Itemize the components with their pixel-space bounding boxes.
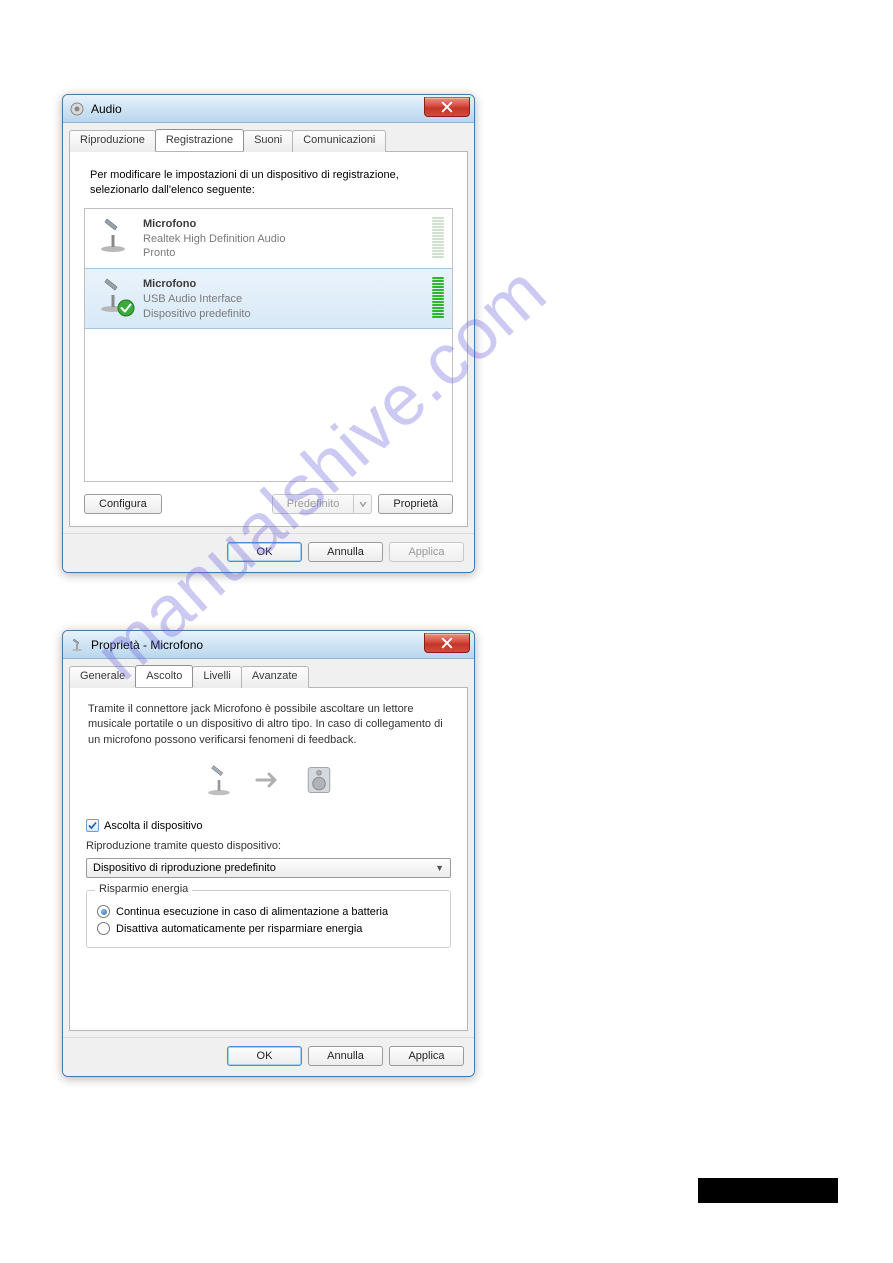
- mic-properties-dialog: Proprietà - Microfono Generale Ascolto L…: [62, 630, 475, 1077]
- default-device-check-icon: [117, 299, 135, 317]
- power-option-label: Disattiva automaticamente per risparmiar…: [116, 923, 362, 935]
- ok-button[interactable]: OK: [227, 1046, 302, 1066]
- configure-button[interactable]: Configura: [84, 494, 162, 514]
- level-meter: [432, 217, 444, 258]
- cancel-button[interactable]: Annulla: [308, 542, 383, 562]
- device-detail: USB Audio Interface: [143, 292, 432, 307]
- playback-through-label: Riproduzione tramite questo dispositivo:: [86, 840, 451, 852]
- audio-tabs: Riproduzione Registrazione Suoni Comunic…: [69, 129, 474, 151]
- listen-checkbox-row[interactable]: Ascolta il dispositivo: [86, 819, 451, 832]
- device-row[interactable]: Microfono USB Audio Interface Dispositiv…: [85, 268, 452, 329]
- mic-illustration-icon: [201, 762, 237, 801]
- microphone-icon: [93, 215, 133, 255]
- tab-listen[interactable]: Ascolto: [135, 665, 193, 687]
- listen-panel: Tramite il connettore jack Microfono è p…: [69, 687, 468, 1031]
- speaker-icon: [69, 101, 85, 117]
- page-number-box: [698, 1178, 838, 1203]
- chevron-down-icon: ▼: [435, 863, 444, 873]
- apply-button[interactable]: Applica: [389, 1046, 464, 1066]
- properties-tabs: Generale Ascolto Livelli Avanzate: [69, 665, 474, 687]
- level-meter: [432, 277, 444, 318]
- audio-titlebar[interactable]: Audio: [63, 95, 474, 123]
- listen-checkbox-label: Ascolta il dispositivo: [104, 820, 202, 832]
- recording-device-list[interactable]: Microfono Realtek High Definition Audio …: [84, 208, 453, 482]
- power-option-label: Continua esecuzione in caso di alimentaz…: [116, 906, 388, 918]
- close-button[interactable]: [424, 633, 470, 653]
- properties-button[interactable]: Proprietà: [378, 494, 453, 514]
- device-row[interactable]: Microfono Realtek High Definition Audio …: [85, 209, 452, 269]
- tab-playback[interactable]: Riproduzione: [69, 130, 156, 152]
- microphone-small-icon: [69, 637, 85, 653]
- apply-button[interactable]: Applica: [389, 542, 464, 562]
- device-info: Microfono USB Audio Interface Dispositiv…: [143, 277, 432, 322]
- properties-titlebar[interactable]: Proprietà - Microfono: [63, 631, 474, 659]
- audio-dialog: Audio Riproduzione Registrazione Suoni C…: [62, 94, 475, 573]
- tab-communications[interactable]: Comunicazioni: [292, 130, 386, 152]
- power-management-group: Risparmio energia Continua esecuzione in…: [86, 890, 451, 948]
- speaker-illustration-icon: [301, 762, 337, 801]
- cancel-button[interactable]: Annulla: [308, 1046, 383, 1066]
- power-option-disable[interactable]: Disattiva automaticamente per risparmiar…: [97, 922, 440, 935]
- device-status: Dispositivo predefinito: [143, 307, 432, 322]
- arrow-right-icon: [255, 771, 283, 792]
- playback-device-select[interactable]: Dispositivo di riproduzione predefinito …: [86, 858, 451, 878]
- properties-dialog-footer: OK Annulla Applica: [63, 1037, 474, 1076]
- set-default-button[interactable]: Predefinito: [272, 494, 355, 514]
- device-name: Microfono: [143, 217, 432, 232]
- tab-levels[interactable]: Livelli: [192, 666, 242, 688]
- device-detail: Realtek High Definition Audio: [143, 232, 432, 247]
- device-info: Microfono Realtek High Definition Audio …: [143, 217, 432, 262]
- device-status: Pronto: [143, 246, 432, 261]
- listen-illustration: [86, 762, 451, 801]
- audio-window-title: Audio: [91, 102, 122, 116]
- audio-dialog-footer: OK Annulla Applica: [63, 533, 474, 572]
- close-button[interactable]: [424, 97, 470, 117]
- recording-panel: Per modificare le impostazioni di un dis…: [69, 151, 468, 527]
- radio-button[interactable]: [97, 922, 110, 935]
- tab-advanced[interactable]: Avanzate: [241, 666, 309, 688]
- set-default-split-button: Predefinito: [272, 494, 373, 514]
- power-management-legend: Risparmio energia: [95, 883, 192, 895]
- microphone-icon: [93, 275, 133, 315]
- tab-sounds[interactable]: Suoni: [243, 130, 293, 152]
- ok-button[interactable]: OK: [227, 542, 302, 562]
- listen-checkbox[interactable]: [86, 819, 99, 832]
- tab-recording[interactable]: Registrazione: [155, 129, 244, 151]
- power-option-continue[interactable]: Continua esecuzione in caso di alimentaz…: [97, 905, 440, 918]
- listen-description: Tramite il connettore jack Microfono è p…: [88, 702, 449, 748]
- radio-button[interactable]: [97, 905, 110, 918]
- instructions-text: Per modificare le impostazioni di un dis…: [90, 168, 447, 198]
- properties-window-title: Proprietà - Microfono: [91, 638, 203, 652]
- chevron-down-icon[interactable]: [354, 494, 372, 514]
- tab-general[interactable]: Generale: [69, 666, 136, 688]
- recording-bottom-row: Configura Predefinito Proprietà: [84, 494, 453, 514]
- playback-device-selected: Dispositivo di riproduzione predefinito: [93, 862, 276, 874]
- device-name: Microfono: [143, 277, 432, 292]
